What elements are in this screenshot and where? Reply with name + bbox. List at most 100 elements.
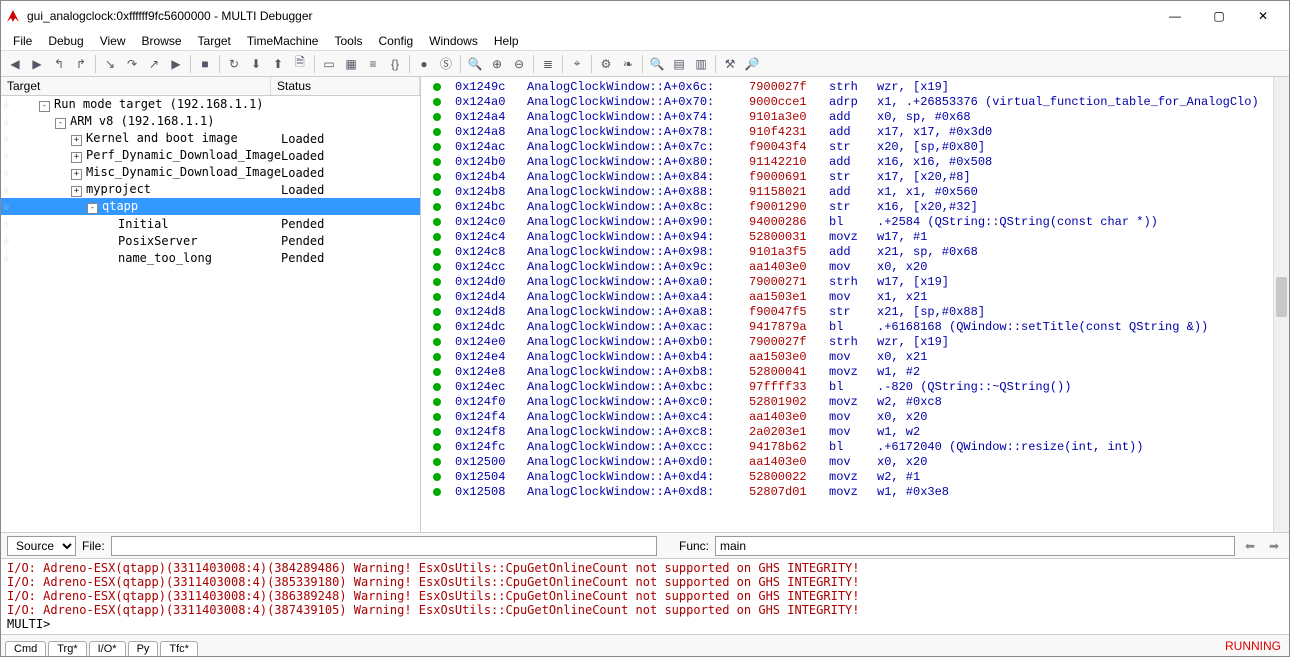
- disasm-line[interactable]: 0x124e4 AnalogClockWindow::A+0xb4: aa150…: [427, 349, 1283, 364]
- menu-config[interactable]: Config: [370, 32, 421, 50]
- breakpoint-dot-icon[interactable]: [433, 473, 441, 481]
- star-outline-icon[interactable]: ☆: [3, 149, 10, 162]
- nav-next-icon[interactable]: ➡: [1265, 537, 1283, 555]
- breakpoint-dot-icon[interactable]: [433, 398, 441, 406]
- target-tree[interactable]: ☆-Run mode target (192.168.1.1)☆-ARM v8 …: [1, 96, 420, 532]
- close-button[interactable]: ✕: [1241, 2, 1285, 30]
- breakpoint-dot-icon[interactable]: [433, 278, 441, 286]
- disasm-line[interactable]: 0x124a4 AnalogClockWindow::A+0x74: 9101a…: [427, 109, 1283, 124]
- breakpoint-dot-icon[interactable]: [433, 443, 441, 451]
- breakpoint-dot-icon[interactable]: [433, 353, 441, 361]
- disasm-line[interactable]: 0x12508 AnalogClockWindow::A+0xd8: 52807…: [427, 484, 1283, 499]
- disasm-line[interactable]: 0x124f8 AnalogClockWindow::A+0xc8: 2a020…: [427, 424, 1283, 439]
- zoom-out-button[interactable]: ⊖: [509, 54, 529, 74]
- tree-row[interactable]: ☆+myprojectLoaded: [1, 181, 420, 198]
- expander-icon[interactable]: +: [71, 135, 82, 146]
- disasm-line[interactable]: 0x124f4 AnalogClockWindow::A+0xc4: aa140…: [427, 409, 1283, 424]
- nav-back-button[interactable]: ◀: [5, 54, 25, 74]
- leaf-button[interactable]: ❧: [618, 54, 638, 74]
- breakpoint-dot-icon[interactable]: [433, 218, 441, 226]
- menu-help[interactable]: Help: [486, 32, 527, 50]
- menu-windows[interactable]: Windows: [421, 32, 486, 50]
- breakpoint-dot-icon[interactable]: [433, 128, 441, 136]
- source-mode-select[interactable]: Source: [7, 536, 76, 556]
- header-target[interactable]: Target: [1, 77, 271, 95]
- doc-button[interactable]: 🗎: [290, 54, 310, 74]
- breakpoint-dot-icon[interactable]: [433, 98, 441, 106]
- nav-forward-button[interactable]: ▶: [27, 54, 47, 74]
- func-input[interactable]: [715, 536, 1235, 556]
- breakpoint-dot-icon[interactable]: [433, 308, 441, 316]
- download-button[interactable]: ⬇: [246, 54, 266, 74]
- breakpoint-dot-icon[interactable]: [433, 113, 441, 121]
- star-outline-icon[interactable]: ☆: [3, 234, 10, 247]
- refresh-button[interactable]: ↻: [224, 54, 244, 74]
- disasm-line[interactable]: 0x124ec AnalogClockWindow::A+0xbc: 97fff…: [427, 379, 1283, 394]
- menu-target[interactable]: Target: [190, 32, 239, 50]
- breakpoint-dot-icon[interactable]: [433, 158, 441, 166]
- disasm-line[interactable]: 0x124a0 AnalogClockWindow::A+0x70: 9000c…: [427, 94, 1283, 109]
- tab-py[interactable]: Py: [128, 641, 159, 656]
- tree-row[interactable]: ☆+Misc_Dynamic_Download_ImageLoaded: [1, 164, 420, 181]
- header-status[interactable]: Status: [271, 77, 420, 95]
- cursor-button[interactable]: ⌖: [567, 54, 587, 74]
- tab-i/o[interactable]: I/O*: [89, 641, 126, 656]
- star-outline-icon[interactable]: ☆: [3, 115, 10, 128]
- tool-button[interactable]: ⚒: [720, 54, 740, 74]
- menu-tools[interactable]: Tools: [326, 32, 370, 50]
- console-prompt[interactable]: MULTI>: [7, 617, 1283, 631]
- breakpoint-dot-icon[interactable]: [433, 368, 441, 376]
- search-button[interactable]: 🔎: [742, 54, 762, 74]
- expander-icon[interactable]: -: [39, 101, 50, 112]
- disasm-line[interactable]: 0x124c8 AnalogClockWindow::A+0x98: 9101a…: [427, 244, 1283, 259]
- menu-file[interactable]: File: [5, 32, 40, 50]
- tree-row[interactable]: ☆+Kernel and boot imageLoaded: [1, 130, 420, 147]
- tab-trg[interactable]: Trg*: [48, 641, 86, 656]
- upload-button[interactable]: ⬆: [268, 54, 288, 74]
- tree-row[interactable]: ☆name_too_longPended: [1, 249, 420, 266]
- tree-row[interactable]: ☆-ARM v8 (192.168.1.1): [1, 113, 420, 130]
- breakpoint-dot-icon[interactable]: [433, 428, 441, 436]
- star-outline-icon[interactable]: ☆: [3, 251, 10, 264]
- grid-button[interactable]: ▦: [341, 54, 361, 74]
- breakpoint-dot-icon[interactable]: [433, 143, 441, 151]
- file-input[interactable]: [111, 536, 657, 556]
- breakpoint-dot-icon[interactable]: [433, 383, 441, 391]
- breakpoint-dot-icon[interactable]: [433, 83, 441, 91]
- disasm-line[interactable]: 0x124a8 AnalogClockWindow::A+0x78: 910f4…: [427, 124, 1283, 139]
- tree-row[interactable]: ☆InitialPended: [1, 215, 420, 232]
- tree-row[interactable]: ☆+Perf_Dynamic_Download_ImageLoaded: [1, 147, 420, 164]
- gear-button[interactable]: ⚙: [596, 54, 616, 74]
- step-out-button[interactable]: ↗: [144, 54, 164, 74]
- star-outline-icon[interactable]: ☆: [3, 132, 10, 145]
- bp-toggle-button[interactable]: ●: [414, 54, 434, 74]
- tree-row[interactable]: ☆PosixServerPended: [1, 232, 420, 249]
- breakpoint-dot-icon[interactable]: [433, 233, 441, 241]
- expander-icon[interactable]: -: [55, 118, 66, 129]
- expander-icon[interactable]: +: [71, 152, 82, 163]
- expander-icon[interactable]: +: [71, 186, 82, 197]
- tab-tfc[interactable]: Tfc*: [160, 641, 198, 656]
- disasm-line[interactable]: 0x12504 AnalogClockWindow::A+0xd4: 52800…: [427, 469, 1283, 484]
- disasm-line[interactable]: 0x124b0 AnalogClockWindow::A+0x80: 91142…: [427, 154, 1283, 169]
- breakpoint-dot-icon[interactable]: [433, 263, 441, 271]
- breakpoint-dot-icon[interactable]: [433, 173, 441, 181]
- zoom-fit-button[interactable]: 🔍: [647, 54, 667, 74]
- disasm-line[interactable]: 0x124cc AnalogClockWindow::A+0x9c: aa140…: [427, 259, 1283, 274]
- run-button[interactable]: ▶: [166, 54, 186, 74]
- zoom-in-button[interactable]: ⊕: [487, 54, 507, 74]
- breakpoint-dot-icon[interactable]: [433, 188, 441, 196]
- find-button[interactable]: 🔍: [465, 54, 485, 74]
- disasm-line[interactable]: 0x12500 AnalogClockWindow::A+0xd0: aa140…: [427, 454, 1283, 469]
- bp-stop-button[interactable]: Ⓢ: [436, 54, 456, 74]
- outline-button[interactable]: ≡: [363, 54, 383, 74]
- step-over-button[interactable]: ↷: [122, 54, 142, 74]
- breakpoint-dot-icon[interactable]: [433, 203, 441, 211]
- scroll-thumb[interactable]: [1276, 277, 1287, 317]
- nav-up-back-button[interactable]: ↰: [49, 54, 69, 74]
- disasm-line[interactable]: 0x124fc AnalogClockWindow::A+0xcc: 94178…: [427, 439, 1283, 454]
- disasm-line[interactable]: 0x124e8 AnalogClockWindow::A+0xb8: 52800…: [427, 364, 1283, 379]
- nav-prev-icon[interactable]: ⬅: [1241, 537, 1259, 555]
- tree-row[interactable]: ☆-qtapp: [1, 198, 420, 215]
- vars-button[interactable]: {}: [385, 54, 405, 74]
